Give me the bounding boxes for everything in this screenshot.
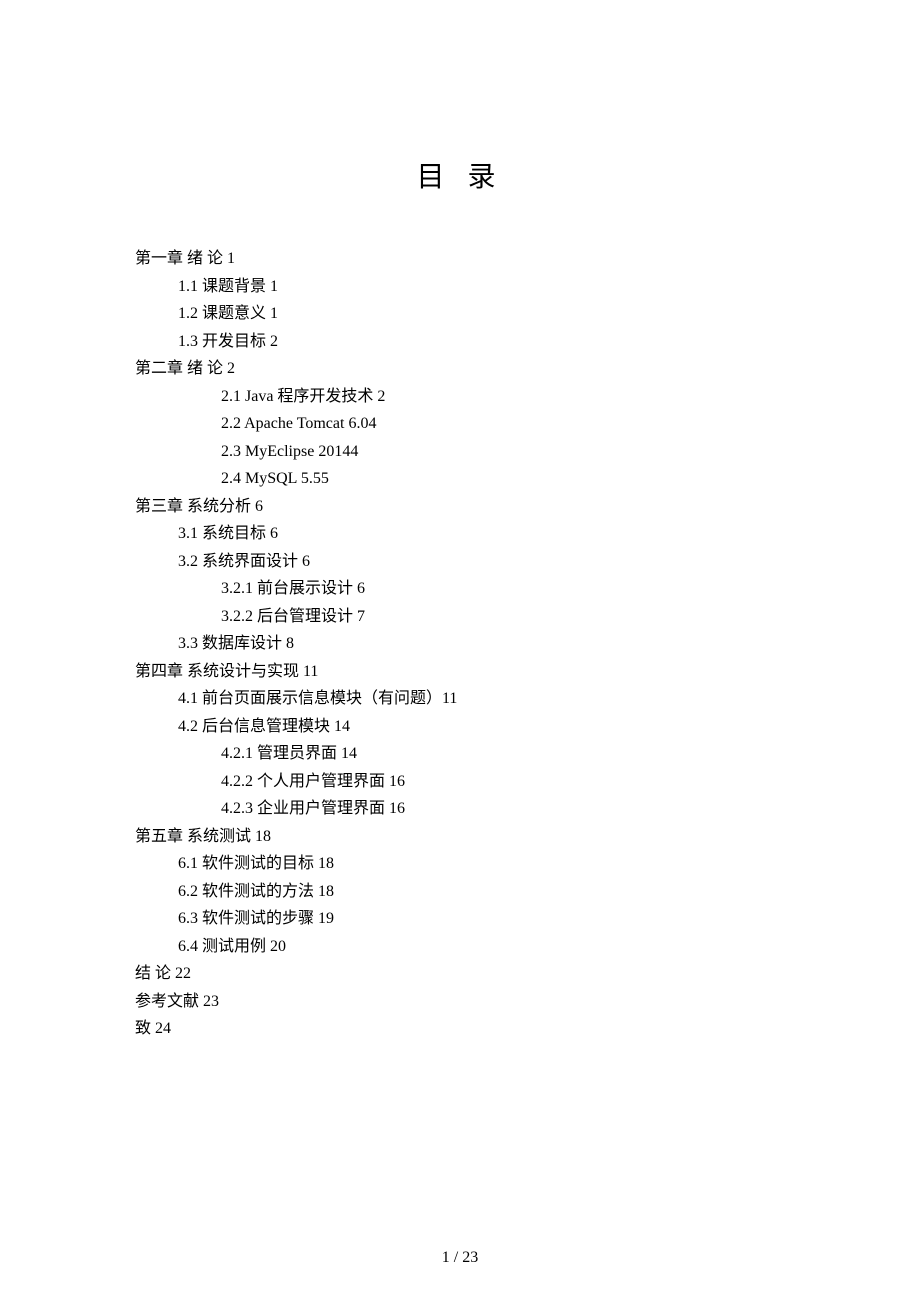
toc-entry: 4.1 前台页面展示信息模块（有问题）11: [178, 685, 785, 713]
toc-entry: 6.2 软件测试的方法 18: [178, 878, 785, 906]
toc-entry: 4.2 后台信息管理模块 14: [178, 713, 785, 741]
toc-entry: 2.1 Java 程序开发技术 2: [221, 383, 785, 411]
toc-entry: 3.3 数据库设计 8: [178, 630, 785, 658]
toc-entry: 6.4 测试用例 20: [178, 933, 785, 961]
toc-entry: 3.2 系统界面设计 6: [178, 548, 785, 576]
toc-entry: 参考文献 23: [135, 988, 785, 1016]
toc-entry: 1.1 课题背景 1: [178, 273, 785, 301]
toc-entry: 第三章 系统分析 6: [135, 493, 785, 521]
toc-entry: 第一章 绪 论 1: [135, 245, 785, 273]
document-page: 目 录 第一章 绪 论 11.1 课题背景 11.2 课题意义 11.3 开发目…: [0, 0, 920, 1043]
page-title: 目 录: [135, 155, 785, 195]
table-of-contents: 第一章 绪 论 11.1 课题背景 11.2 课题意义 11.3 开发目标 2第…: [135, 245, 785, 1043]
toc-entry: 4.2.3 企业用户管理界面 16: [221, 795, 785, 823]
toc-entry: 致 24: [135, 1015, 785, 1043]
toc-entry: 第二章 绪 论 2: [135, 355, 785, 383]
toc-entry: 第四章 系统设计与实现 11: [135, 658, 785, 686]
toc-entry: 2.3 MyEclipse 20144: [221, 438, 785, 466]
toc-entry: 2.2 Apache Tomcat 6.04: [221, 410, 785, 438]
toc-entry: 6.3 软件测试的步骤 19: [178, 905, 785, 933]
toc-entry: 3.2.2 后台管理设计 7: [221, 603, 785, 631]
toc-entry: 4.2.1 管理员界面 14: [221, 740, 785, 768]
toc-entry: 第五章 系统测试 18: [135, 823, 785, 851]
toc-entry: 6.1 软件测试的目标 18: [178, 850, 785, 878]
toc-entry: 2.4 MySQL 5.55: [221, 465, 785, 493]
toc-entry: 1.2 课题意义 1: [178, 300, 785, 328]
toc-entry: 结 论 22: [135, 960, 785, 988]
toc-entry: 3.2.1 前台展示设计 6: [221, 575, 785, 603]
toc-entry: 1.3 开发目标 2: [178, 328, 785, 356]
toc-entry: 4.2.2 个人用户管理界面 16: [221, 768, 785, 796]
toc-entry: 3.1 系统目标 6: [178, 520, 785, 548]
page-footer: 1 / 23: [0, 1249, 920, 1267]
